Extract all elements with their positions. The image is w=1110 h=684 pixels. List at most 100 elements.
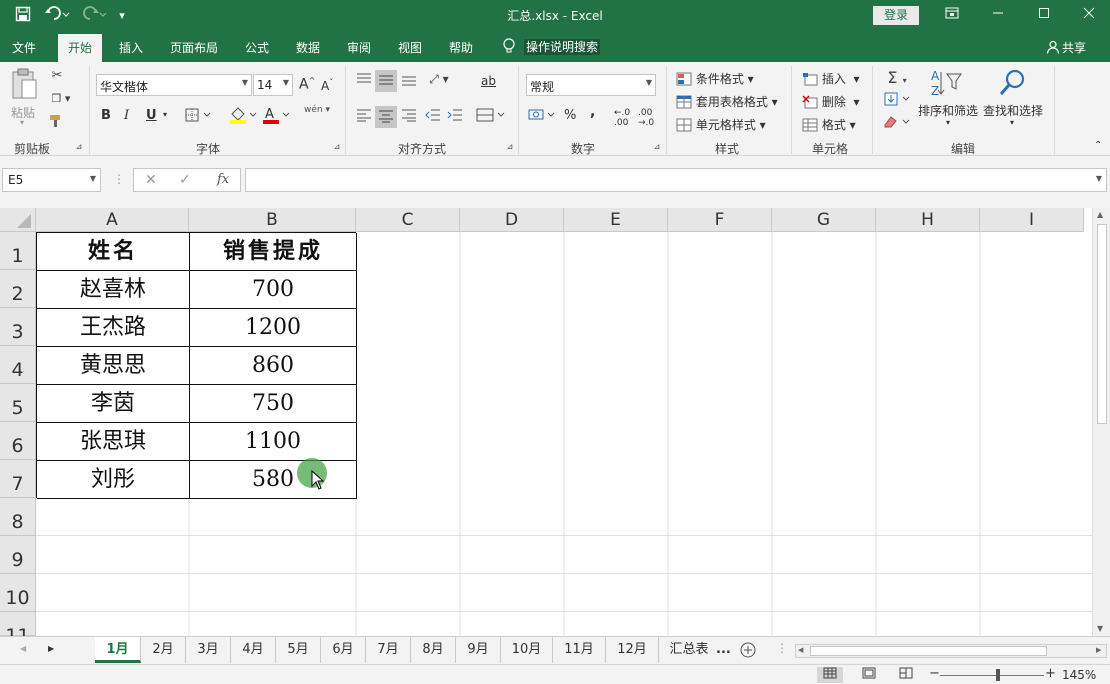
scroll-left-icon[interactable]: ◀ — [798, 646, 803, 654]
find-icon[interactable] — [996, 68, 1028, 102]
clipboard-launcher-icon[interactable]: ⊿ — [74, 142, 84, 151]
table-cell[interactable]: 1100 — [190, 423, 357, 461]
tab-formulas[interactable]: 公式 — [245, 39, 269, 56]
conditional-format-button[interactable]: 条件格式 ▾ — [676, 70, 754, 87]
percent-button[interactable]: % — [564, 108, 576, 123]
sort-filter-button[interactable]: 排序和筛选 — [918, 102, 978, 119]
copy-icon[interactable]: ❐ ▾ — [48, 92, 74, 105]
sheet-tab[interactable]: 8月 — [411, 637, 456, 663]
align-top-icon[interactable] — [354, 72, 374, 90]
tab-review[interactable]: 审阅 — [347, 39, 371, 56]
name-box[interactable]: E5 ▼ — [2, 168, 101, 192]
tab-insert[interactable]: 插入 — [119, 39, 143, 56]
scroll-thumb[interactable] — [810, 646, 1047, 656]
table-cell[interactable]: 赵喜林 — [37, 271, 190, 309]
tab-split-grip-icon[interactable]: ⋮ — [776, 641, 788, 655]
format-painter-icon[interactable] — [48, 114, 66, 132]
find-select-button[interactable]: 查找和选择 — [983, 102, 1043, 119]
tab-file[interactable]: 文件 — [12, 39, 36, 56]
align-right-icon[interactable] — [399, 108, 419, 126]
sort-filter-icon[interactable]: AZ — [928, 68, 964, 102]
comma-button[interactable]: , — [590, 104, 595, 120]
align-center-icon[interactable] — [375, 106, 397, 128]
table-cell[interactable]: 750 — [190, 385, 357, 423]
scroll-right-icon[interactable]: ▶ — [1096, 646, 1101, 654]
header-cell-commission[interactable]: 销售提成 — [190, 233, 357, 271]
enter-icon[interactable]: ✓ — [179, 172, 191, 188]
sheet-tab[interactable]: 1月 — [95, 637, 141, 663]
vertical-scrollbar[interactable]: ▲ ▼ — [1092, 208, 1110, 636]
paste-icon[interactable] — [10, 68, 38, 104]
font-launcher-icon[interactable]: ⊿ — [332, 142, 342, 151]
cancel-icon[interactable]: ✕ — [145, 172, 157, 188]
chevron-down-icon[interactable]: ▼ — [1096, 174, 1102, 183]
font-size-select[interactable]: 14 ▼ — [253, 74, 293, 96]
horizontal-scrollbar[interactable]: ◀ ▶ — [795, 644, 1107, 658]
clear-icon[interactable] — [882, 115, 912, 133]
collapse-ribbon-icon[interactable]: ⌃ — [1094, 140, 1102, 151]
accounting-format-icon[interactable] — [527, 108, 557, 126]
table-cell[interactable]: 黄思思 — [37, 347, 190, 385]
ribbon-display-icon[interactable] — [929, 4, 975, 26]
tab-help[interactable]: 帮助 — [449, 39, 473, 56]
page-layout-view-icon[interactable] — [856, 667, 882, 683]
close-icon[interactable] — [1066, 4, 1110, 26]
table-cell[interactable]: 王杰路 — [37, 309, 190, 347]
login-button[interactable]: 登录 — [873, 6, 919, 25]
align-left-icon[interactable] — [354, 108, 374, 126]
wrap-text-button[interactable]: ab — [481, 74, 496, 88]
table-cell[interactable]: 580 — [190, 461, 357, 499]
minimize-icon[interactable] — [975, 4, 1021, 26]
grow-font-icon[interactable]: A^ — [299, 76, 315, 93]
font-color-icon[interactable]: A — [262, 106, 292, 128]
tab-view[interactable]: 视图 — [398, 39, 422, 56]
share-button[interactable]: 共享 — [1046, 39, 1086, 56]
sheet-tab[interactable]: 10月 — [501, 637, 553, 663]
sort-filter-dropdown-icon[interactable]: ▾ — [946, 118, 950, 127]
sheet-tab[interactable]: 9月 — [456, 637, 501, 663]
sheet-tab[interactable]: 3月 — [186, 637, 231, 663]
sheet-tab[interactable]: 汇总表 — [659, 637, 719, 663]
table-cell[interactable]: 刘彤 — [37, 461, 190, 499]
sheet-tab[interactable]: 2月 — [141, 637, 186, 663]
cell-styles-button[interactable]: 单元格样式 ▾ — [676, 116, 766, 133]
formula-input[interactable]: ▼ — [245, 168, 1107, 192]
cut-icon[interactable]: ✂ — [48, 68, 66, 83]
sheet-tab[interactable]: 4月 — [231, 637, 276, 663]
sheet-tab[interactable]: 5月 — [276, 637, 321, 663]
zoom-in-icon[interactable]: + — [1045, 666, 1056, 681]
number-launcher-icon[interactable]: ⊿ — [652, 142, 662, 151]
font-family-select[interactable]: 华文楷体 ▼ — [96, 74, 252, 96]
sheet-tab[interactable]: 7月 — [366, 637, 411, 663]
tab-data[interactable]: 数据 — [296, 39, 320, 56]
more-sheets-button[interactable]: ... — [716, 642, 731, 657]
number-format-select[interactable]: 常规 ▼ — [526, 74, 656, 96]
insert-function-icon[interactable]: fx — [217, 172, 229, 187]
autosum-icon[interactable]: Σ ▾ — [882, 68, 912, 87]
decrease-decimal-icon[interactable]: .00 →.0 — [638, 108, 654, 128]
prev-sheet-icon[interactable]: ◀ — [20, 644, 26, 653]
increase-decimal-icon[interactable]: ←.0.00 — [614, 108, 630, 128]
format-cells-button[interactable]: 格式 ▾ — [802, 116, 856, 133]
normal-view-icon[interactable] — [817, 667, 843, 683]
alignment-launcher-icon[interactable]: ⊿ — [505, 142, 515, 151]
scroll-up-icon[interactable]: ▲ — [1097, 210, 1103, 219]
fill-icon[interactable] — [882, 92, 912, 110]
scroll-thumb[interactable] — [1097, 224, 1107, 424]
next-sheet-icon[interactable]: ▶ — [48, 644, 54, 653]
zoom-out-icon[interactable]: − — [929, 666, 940, 681]
table-cell[interactable]: 李茵 — [37, 385, 190, 423]
underline-button[interactable]: U — [146, 108, 157, 123]
border-icon[interactable] — [184, 108, 214, 126]
decrease-indent-icon[interactable] — [423, 108, 443, 126]
format-as-table-button[interactable]: 套用表格格式 ▾ — [676, 93, 778, 110]
scroll-down-icon[interactable]: ▼ — [1097, 624, 1103, 633]
orientation-icon[interactable]: ⤢ ▾ — [425, 72, 453, 87]
table-cell[interactable]: 1200 — [190, 309, 357, 347]
tell-me-search[interactable]: 操作说明搜索 — [502, 38, 601, 55]
zoom-slider-track[interactable] — [940, 675, 1044, 676]
tab-page-layout[interactable]: 页面布局 — [170, 39, 218, 56]
maximize-icon[interactable] — [1021, 4, 1067, 26]
sheet-tab[interactable]: 6月 — [321, 637, 366, 663]
phonetic-button[interactable]: wén ▾ — [304, 105, 330, 115]
